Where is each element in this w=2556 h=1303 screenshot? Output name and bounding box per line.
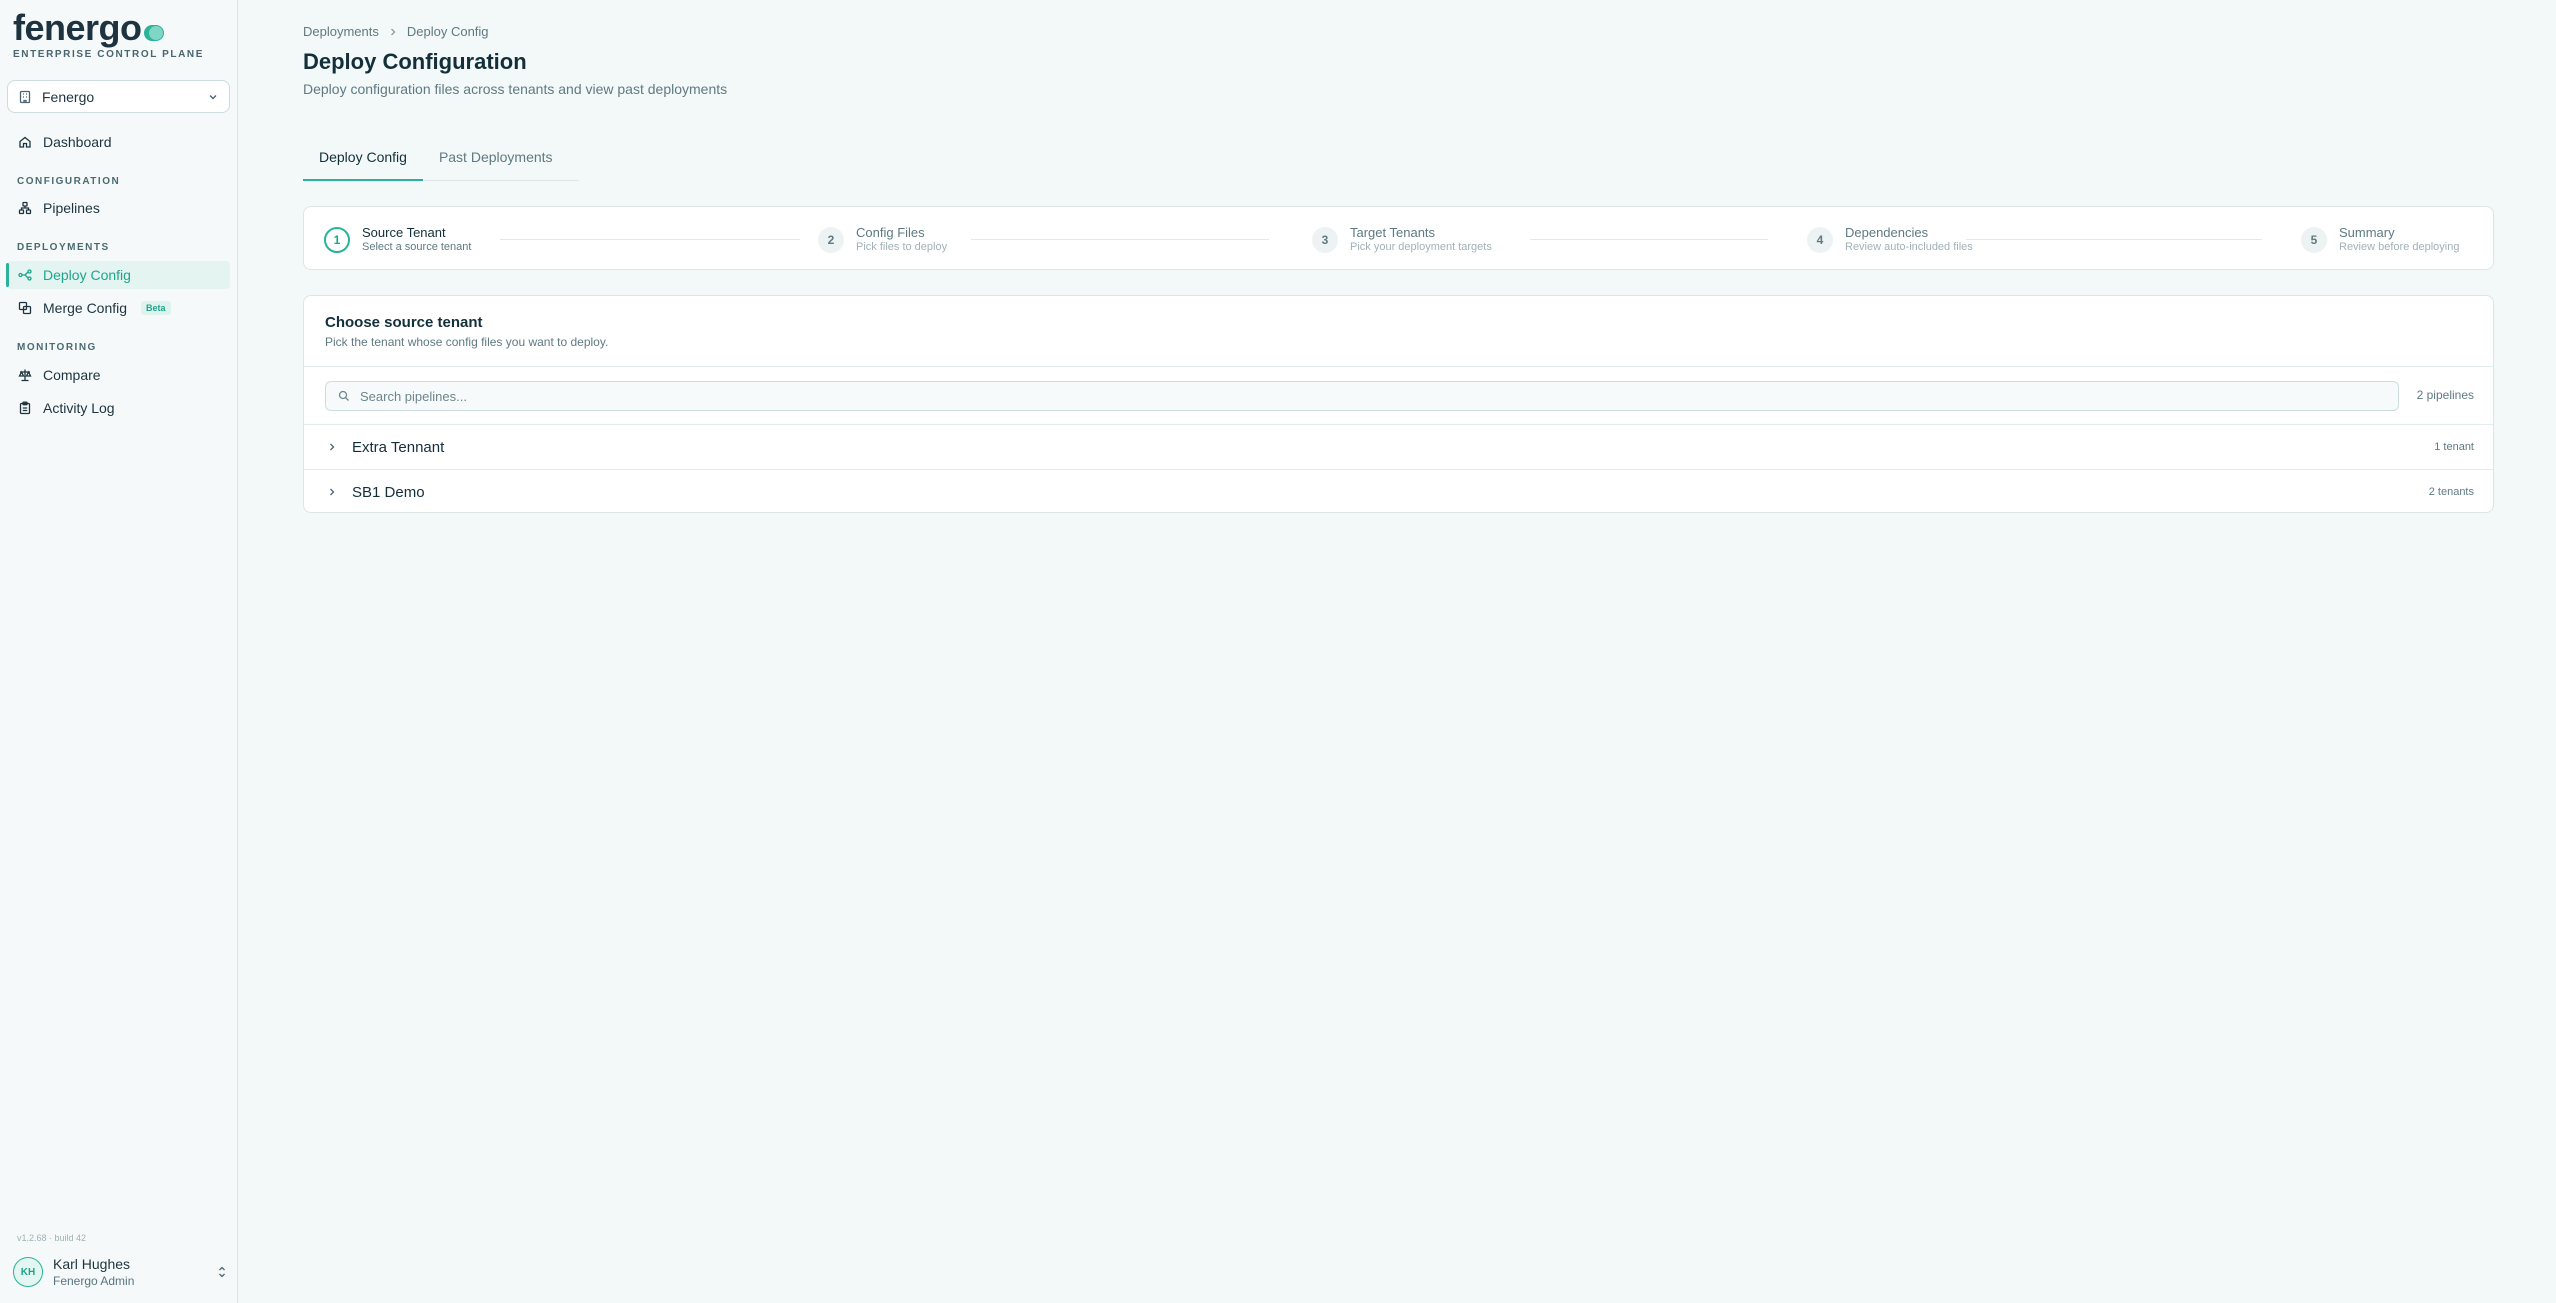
step-target-tenants[interactable]: 3 Target Tenants Pick your deployment tar…	[1312, 225, 1492, 255]
step-indicator: 1 Source Tenant Select a source tenant 2 …	[303, 206, 2494, 270]
sidebar: fenergo ENTERPRISE CONTROL PLANE Fenergo…	[0, 0, 238, 1303]
step-description: Review auto-included files	[1845, 241, 1973, 253]
search-input[interactable]	[360, 388, 2398, 404]
panel-title: Choose source tenant	[325, 314, 483, 331]
step-connector	[971, 239, 1269, 240]
breadcrumb-deployments[interactable]: Deployments	[303, 24, 379, 39]
step-title: Target Tenants	[1350, 225, 1436, 240]
search-icon	[338, 390, 349, 401]
step-source-tenant[interactable]: 1 Source Tenant Select a source tenant	[324, 225, 471, 255]
section-configuration: CONFIGURATION	[17, 176, 121, 187]
sidebar-item-activity-log[interactable]: Activity Log	[7, 394, 230, 422]
chevron-up-down-icon	[219, 1266, 225, 1278]
step-number: 2	[818, 227, 844, 253]
divider	[304, 366, 2493, 367]
sidebar-item-label: Compare	[43, 367, 101, 383]
step-title: Summary	[2339, 225, 2395, 240]
tenant-name: SB1 Demo	[352, 483, 425, 501]
logo-mark-icon	[143, 25, 164, 41]
sidebar-item-pipelines[interactable]: Pipelines	[7, 194, 230, 222]
source-tenant-panel: Choose source tenant Pick the tenant who…	[303, 295, 2494, 513]
step-description: Select a source tenant	[362, 241, 472, 253]
user-menu[interactable]: KH Karl Hughes Fenergo Admin	[13, 1254, 228, 1290]
step-connector	[1530, 239, 1768, 240]
pipeline-count: 2 pipelines	[2416, 388, 2474, 402]
breadcrumb-current: Deploy Config	[406, 24, 489, 39]
step-summary[interactable]: 5 Summary Review before deploying	[2301, 225, 2459, 255]
sidebar-item-merge-config[interactable]: Merge Config Beta	[7, 294, 230, 322]
step-connector	[1966, 239, 2262, 240]
step-connector	[500, 239, 800, 240]
step-dependencies[interactable]: 4 Dependencies Review auto-included files	[1807, 225, 1973, 255]
section-deployments: DEPLOYMENTS	[17, 242, 110, 253]
deploy-icon	[18, 269, 32, 281]
tab-bar: Deploy Config Past Deployments	[303, 143, 579, 181]
section-monitoring: MONITORING	[17, 342, 97, 353]
sidebar-item-label: Dashboard	[43, 134, 112, 150]
tab-deploy-config[interactable]: Deploy Config	[303, 143, 423, 181]
search-field[interactable]	[325, 381, 2399, 411]
user-role: Fenergo Admin	[53, 1273, 135, 1288]
tenant-row-extra-tennant[interactable]: Extra Tennant 1 tenant	[304, 424, 2493, 469]
merge-icon	[18, 301, 32, 315]
organization-select[interactable]: Fenergo	[7, 80, 230, 113]
step-description: Pick your deployment targets	[1350, 241, 1492, 253]
sidebar-item-label: Activity Log	[43, 400, 115, 416]
user-name: Karl Hughes	[53, 1255, 131, 1272]
step-number: 4	[1807, 227, 1833, 253]
sidebar-item-label: Merge Config	[43, 300, 128, 316]
chevron-right-icon	[330, 488, 335, 496]
breadcrumb: Deployments Deploy Config	[303, 24, 489, 39]
avatar: KH	[13, 1257, 43, 1287]
tenant-count: 2 tenants	[2428, 486, 2474, 498]
tenant-name: Extra Tennant	[352, 438, 445, 456]
step-title: Dependencies	[1845, 225, 1929, 240]
sidebar-item-dashboard[interactable]: Dashboard	[7, 128, 230, 156]
sidebar-item-deploy-config[interactable]: Deploy Config	[6, 261, 230, 289]
step-title: Config Files	[856, 225, 925, 240]
step-number: 5	[2301, 227, 2327, 253]
sidebar-item-label: Pipelines	[43, 200, 100, 216]
panel-subtitle: Pick the tenant whose config files you w…	[325, 335, 609, 349]
step-number: 1	[324, 227, 350, 253]
version-label: v1.2.68 · build 42	[17, 1233, 87, 1243]
tab-past-deployments[interactable]: Past Deployments	[423, 143, 569, 181]
pipelines-icon	[18, 201, 32, 215]
page-title: Deploy Configuration	[303, 49, 527, 74]
step-number: 3	[1312, 227, 1338, 253]
step-title: Source Tenant	[362, 225, 446, 240]
sidebar-item-compare[interactable]: Compare	[7, 361, 230, 389]
chevron-right-icon	[390, 28, 396, 35]
sidebar-item-label: Deploy Config	[43, 267, 131, 283]
building-icon	[19, 90, 31, 103]
organization-name: Fenergo	[42, 88, 95, 105]
chevron-right-icon	[330, 443, 335, 451]
step-config-files[interactable]: 2 Config Files Pick files to deploy	[818, 225, 947, 255]
fenergo-logo[interactable]: fenergo	[13, 10, 164, 46]
main-content: Deployments Deploy Config Deploy Configu…	[239, 0, 2556, 1303]
chevron-down-icon	[209, 94, 217, 99]
beta-badge: Beta	[141, 301, 171, 315]
tenant-count: 1 tenant	[2434, 441, 2474, 453]
clipboard-icon	[19, 401, 31, 415]
page-subtitle: Deploy configuration files across tenant…	[303, 81, 728, 97]
step-description: Pick files to deploy	[856, 241, 948, 253]
step-description: Review before deploying	[2339, 241, 2460, 253]
logo-text: fenergo	[13, 7, 142, 48]
tenant-row-sb1-demo[interactable]: SB1 Demo 2 tenants	[304, 469, 2493, 512]
home-icon	[19, 136, 31, 148]
tagline: ENTERPRISE CONTROL PLANE	[13, 49, 205, 60]
scale-icon	[18, 369, 32, 382]
